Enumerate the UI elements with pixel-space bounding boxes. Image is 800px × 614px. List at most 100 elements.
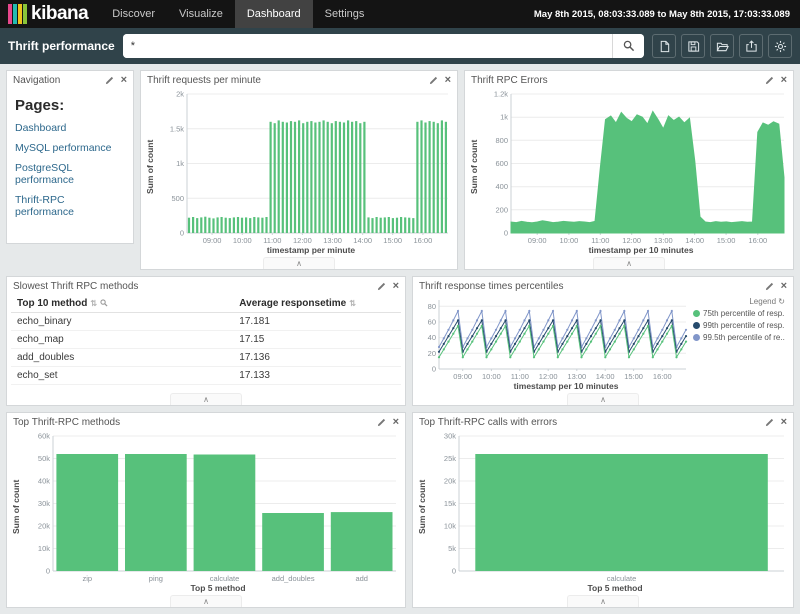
legend-toggle[interactable]: Legend ↻ (693, 297, 785, 306)
x-axis-title: Top 5 method (11, 583, 401, 595)
panel-title: Top Thrift-RPC calls with errors (419, 417, 557, 428)
svg-text:16:00: 16:00 (414, 236, 433, 245)
svg-text:10k: 10k (38, 544, 50, 553)
nav-link-postgresql[interactable]: PostgreSQL performance (15, 162, 125, 186)
settings-button[interactable] (768, 34, 792, 58)
share-dashboard-button[interactable] (739, 34, 763, 58)
panel-top-thrift-rpc-methods: Top Thrift-RPC methods × Sum of count 01… (6, 412, 406, 608)
legend-item[interactable]: 99.5th percentile of re... (693, 333, 785, 342)
new-document-icon (658, 40, 671, 53)
share-icon (745, 40, 758, 53)
svg-text:60: 60 (428, 318, 436, 327)
svg-text:1.2k: 1.2k (494, 90, 508, 99)
svg-text:40: 40 (428, 333, 436, 342)
folder-open-icon (716, 40, 729, 53)
column-header-responsetime[interactable]: Average responsetime⇅ (233, 295, 401, 313)
nav-link-dashboard[interactable]: Dashboard (15, 122, 125, 134)
panel-title: Thrift RPC Errors (471, 75, 548, 86)
panel-header[interactable]: Thrift requests per minute × (141, 71, 457, 89)
collapse-panel-button[interactable]: ∧ (567, 595, 639, 607)
kibana-logo[interactable]: kibana (0, 0, 100, 28)
collapse-panel-button[interactable]: ∧ (170, 393, 242, 405)
svg-text:add_doubles: add_doubles (272, 574, 315, 583)
edit-icon[interactable] (105, 76, 114, 85)
new-dashboard-button[interactable] (652, 34, 676, 58)
svg-text:11:00: 11:00 (511, 372, 529, 381)
svg-text:11:00: 11:00 (591, 236, 609, 245)
svg-text:0: 0 (504, 229, 508, 238)
edit-icon[interactable] (765, 418, 774, 427)
svg-text:13:00: 13:00 (567, 372, 586, 381)
column-header-method[interactable]: Top 10 method⇅ (11, 295, 233, 313)
nav-link-thrift-rpc[interactable]: Thrift-RPC performance (15, 194, 125, 218)
collapse-panel-button[interactable]: ∧ (263, 257, 335, 269)
svg-text:5k: 5k (448, 544, 456, 553)
errors-area-chart: 02004006008001k1.2k09:0010:0011:0012:001… (481, 89, 789, 245)
edit-icon[interactable] (429, 76, 438, 85)
toolbar-actions (652, 34, 792, 58)
svg-text:0: 0 (180, 229, 184, 238)
load-dashboard-button[interactable] (710, 34, 734, 58)
nav-tab-visualize[interactable]: Visualize (167, 0, 235, 28)
collapse-panel-button[interactable]: ∧ (170, 595, 242, 607)
collapse-panel-button[interactable]: ∧ (593, 257, 665, 269)
y-axis-title: Sum of count (469, 89, 481, 245)
table-row[interactable]: echo_map17.15 (11, 331, 401, 349)
close-icon[interactable]: × (781, 281, 787, 292)
svg-text:10:00: 10:00 (482, 372, 501, 381)
column-search-icon[interactable] (100, 299, 108, 307)
time-range-picker[interactable]: May 8th 2015, 08:03:33.089 to May 8th 20… (534, 9, 800, 20)
panel-header[interactable]: Top Thrift-RPC calls with errors × (413, 413, 793, 431)
edit-icon[interactable] (765, 76, 774, 85)
close-icon[interactable]: × (393, 417, 399, 428)
close-icon[interactable]: × (781, 417, 787, 428)
nav-tab-discover[interactable]: Discover (100, 0, 167, 28)
y-axis-title: Sum of count (417, 431, 429, 583)
panel-header[interactable]: Thrift RPC Errors × (465, 71, 793, 89)
dashboard-grid: Navigation × Pages: Dashboard MySQL perf… (0, 64, 800, 614)
svg-text:80: 80 (428, 302, 436, 311)
svg-text:40k: 40k (38, 477, 50, 486)
edit-icon[interactable] (377, 282, 386, 291)
svg-text:15:00: 15:00 (717, 236, 736, 245)
legend-item[interactable]: 75th percentile of resp... (693, 309, 785, 318)
search-button[interactable] (612, 34, 644, 58)
svg-text:calculate: calculate (607, 574, 637, 583)
edit-icon[interactable] (377, 418, 386, 427)
save-dashboard-button[interactable] (681, 34, 705, 58)
panel-title: Slowest Thrift RPC methods (13, 281, 138, 292)
main-nav-tabs: Discover Visualize Dashboard Settings (100, 0, 376, 28)
chart-legend: Legend ↻ 75th percentile of resp... 99th… (691, 295, 789, 393)
edit-icon[interactable] (765, 282, 774, 291)
svg-text:400: 400 (495, 182, 508, 191)
nav-tab-dashboard[interactable]: Dashboard (235, 0, 313, 28)
panel-header[interactable]: Slowest Thrift RPC methods × (7, 277, 405, 295)
svg-text:10k: 10k (444, 522, 456, 531)
panel-top-thrift-rpc-calls-with-errors: Top Thrift-RPC calls with errors × Sum o… (412, 412, 794, 608)
table-row[interactable]: echo_set17.133 (11, 367, 401, 385)
query-input[interactable] (123, 34, 612, 58)
table-row[interactable]: echo_binary17.181 (11, 313, 401, 331)
svg-text:13:00: 13:00 (654, 236, 673, 245)
svg-text:zip: zip (83, 574, 93, 583)
panel-header[interactable]: Thrift response times percentiles × (413, 277, 793, 295)
error-calls-bar-chart: 05k10k15k20k25k30kcalculate (429, 431, 789, 583)
nav-tab-settings[interactable]: Settings (313, 0, 377, 28)
sort-icon[interactable]: ⇅ (90, 299, 97, 308)
x-axis-title: Top 5 method (417, 583, 789, 595)
nav-link-mysql[interactable]: MySQL performance (15, 142, 125, 154)
close-icon[interactable]: × (781, 75, 787, 86)
kibana-logo-text: kibana (31, 3, 88, 25)
table-row[interactable]: add_doubles17.136 (11, 349, 401, 367)
legend-item[interactable]: 99th percentile of resp... (693, 321, 785, 330)
close-icon[interactable]: × (445, 75, 451, 86)
panel-header[interactable]: Top Thrift-RPC methods × (7, 413, 405, 431)
y-axis-title: Sum of count (11, 431, 23, 583)
collapse-panel-button[interactable]: ∧ (567, 393, 639, 405)
svg-text:500: 500 (171, 194, 184, 203)
close-icon[interactable]: × (121, 75, 127, 86)
close-icon[interactable]: × (393, 281, 399, 292)
panel-header[interactable]: Navigation × (7, 71, 133, 89)
svg-text:60k: 60k (38, 432, 50, 441)
sort-icon[interactable]: ⇅ (349, 299, 356, 308)
